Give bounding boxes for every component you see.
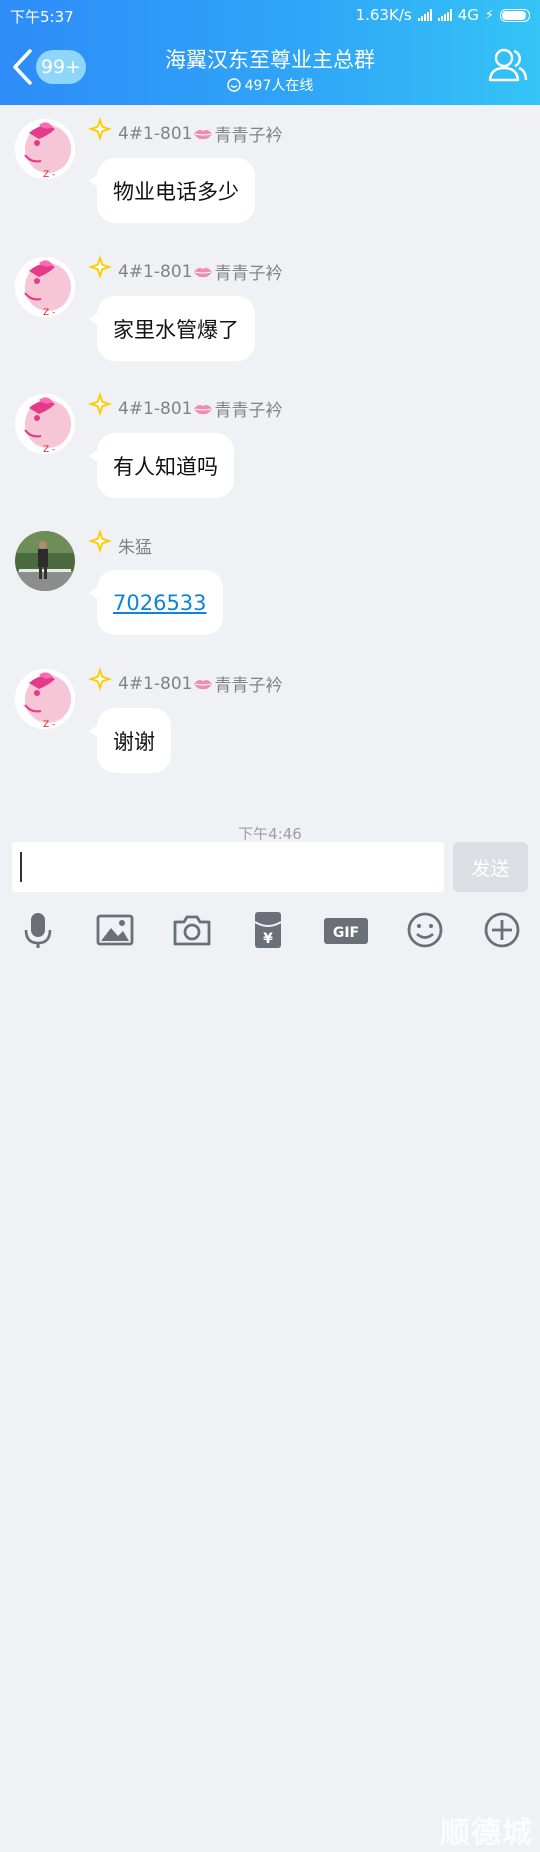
message-input[interactable] [12, 842, 444, 892]
message-item: 4#1-801 青青子衿 家里水管爆了 [0, 243, 540, 378]
rank-star-icon [88, 667, 112, 691]
sender-nickname: 青青子衿 [214, 126, 283, 146]
message-bubble[interactable]: 家里水管爆了 [89, 296, 255, 361]
message-item: 4#1-801 青青子衿 谢谢 [0, 655, 540, 790]
message-text: 谢谢 [113, 729, 155, 754]
text-caret [20, 852, 22, 882]
status-bar: 下午5:37 1.63K/s 4G ⚡ [0, 0, 540, 30]
red-packet-icon[interactable]: ¥ [248, 910, 288, 950]
lips-emoji-icon [193, 678, 213, 690]
sender-nickname: 青青子衿 [214, 676, 283, 696]
sender-nickname: 青青子衿 [214, 401, 283, 421]
status-time: 下午5:37 [10, 8, 74, 26]
gif-label: GIF [333, 925, 359, 941]
sender-nickname: 青青子衿 [214, 264, 283, 284]
sender-prefix: 4#1-801 [118, 261, 193, 282]
camera-icon[interactable] [172, 910, 212, 950]
message-text: 家里水管爆了 [113, 317, 239, 342]
chat-header: 下午5:37 1.63K/s 4G ⚡ 99+ 海翼汉东至尊业主总群 497人在… [0, 0, 540, 105]
battery-icon [500, 8, 530, 22]
avatar[interactable] [15, 531, 75, 591]
gif-icon[interactable]: GIF [322, 910, 370, 950]
network-type: 4G [457, 6, 479, 24]
sender-name[interactable]: 朱猛 [118, 533, 152, 558]
input-toolbar: ¥ GIF 顺德城 [0, 900, 540, 1851]
rank-star-icon [88, 529, 112, 553]
sender-name[interactable]: 4#1-801 青青子衿 [118, 259, 283, 285]
online-count: 497人在线 [244, 78, 314, 94]
message-bubble[interactable]: 有人知道吗 [89, 433, 234, 498]
timestamp-divider: 下午4:46 [238, 825, 302, 840]
microphone-icon[interactable] [18, 910, 58, 950]
sender-name[interactable]: 4#1-801 青青子衿 [118, 671, 283, 697]
plus-icon[interactable] [482, 910, 522, 950]
avatar[interactable] [15, 669, 75, 729]
message-item: 4#1-801 青青子衿 有人知道吗 [0, 380, 540, 515]
rank-star-icon [88, 255, 112, 279]
sender-prefix: 4#1-801 [118, 123, 193, 144]
unread-badge[interactable]: 99+ [36, 50, 86, 84]
status-indicators: 1.63K/s 4G ⚡ [356, 6, 530, 24]
image-icon[interactable] [95, 910, 135, 950]
avatar[interactable] [15, 119, 75, 179]
lips-emoji-icon [193, 266, 213, 278]
watermark: 顺德城 [440, 1816, 533, 1851]
sender-nickname: 朱猛 [118, 538, 152, 558]
avatar[interactable] [15, 257, 75, 317]
online-status: 497人在线 [110, 75, 430, 95]
signal-icon-secondary [437, 9, 452, 21]
lips-emoji-icon [193, 128, 213, 140]
avatar[interactable] [15, 394, 75, 454]
sender-name[interactable]: 4#1-801 青青子衿 [118, 121, 283, 147]
rank-star-icon [88, 117, 112, 141]
group-title: 海翼汉东至尊业主总群 [165, 48, 375, 72]
group-members-icon[interactable] [488, 46, 528, 84]
send-button[interactable]: 发送 [453, 842, 528, 892]
phone-number-link[interactable]: 7026533 [113, 591, 207, 615]
message-list[interactable]: Z - 4#1-801 青青子衿 物业电话多少 4#1- [0, 105, 540, 840]
message-bubble[interactable]: 物业电话多少 [89, 158, 255, 223]
online-smile-icon [226, 78, 241, 92]
sender-prefix: 4#1-801 [118, 398, 193, 419]
message-text: 物业电话多少 [113, 179, 239, 204]
message-text: 有人知道吗 [113, 454, 218, 479]
svg-text:¥: ¥ [263, 931, 273, 947]
message-bubble[interactable]: 谢谢 [89, 708, 171, 773]
sender-name[interactable]: 4#1-801 青青子衿 [118, 396, 283, 422]
message-item: 朱猛 7026533 [0, 517, 540, 652]
lips-emoji-icon [193, 403, 213, 415]
network-speed: 1.63K/s [355, 6, 412, 24]
back-arrow-icon[interactable] [10, 47, 36, 87]
message-item: 4#1-801 青青子衿 物业电话多少 [0, 105, 540, 240]
sender-prefix: 4#1-801 [118, 673, 193, 694]
rank-star-icon [88, 392, 112, 416]
charging-icon: ⚡ [484, 7, 494, 23]
composer-bar: 发送 [0, 840, 540, 900]
signal-icon [417, 9, 432, 21]
emoji-icon[interactable] [405, 910, 445, 950]
message-bubble[interactable]: 7026533 [89, 570, 223, 635]
